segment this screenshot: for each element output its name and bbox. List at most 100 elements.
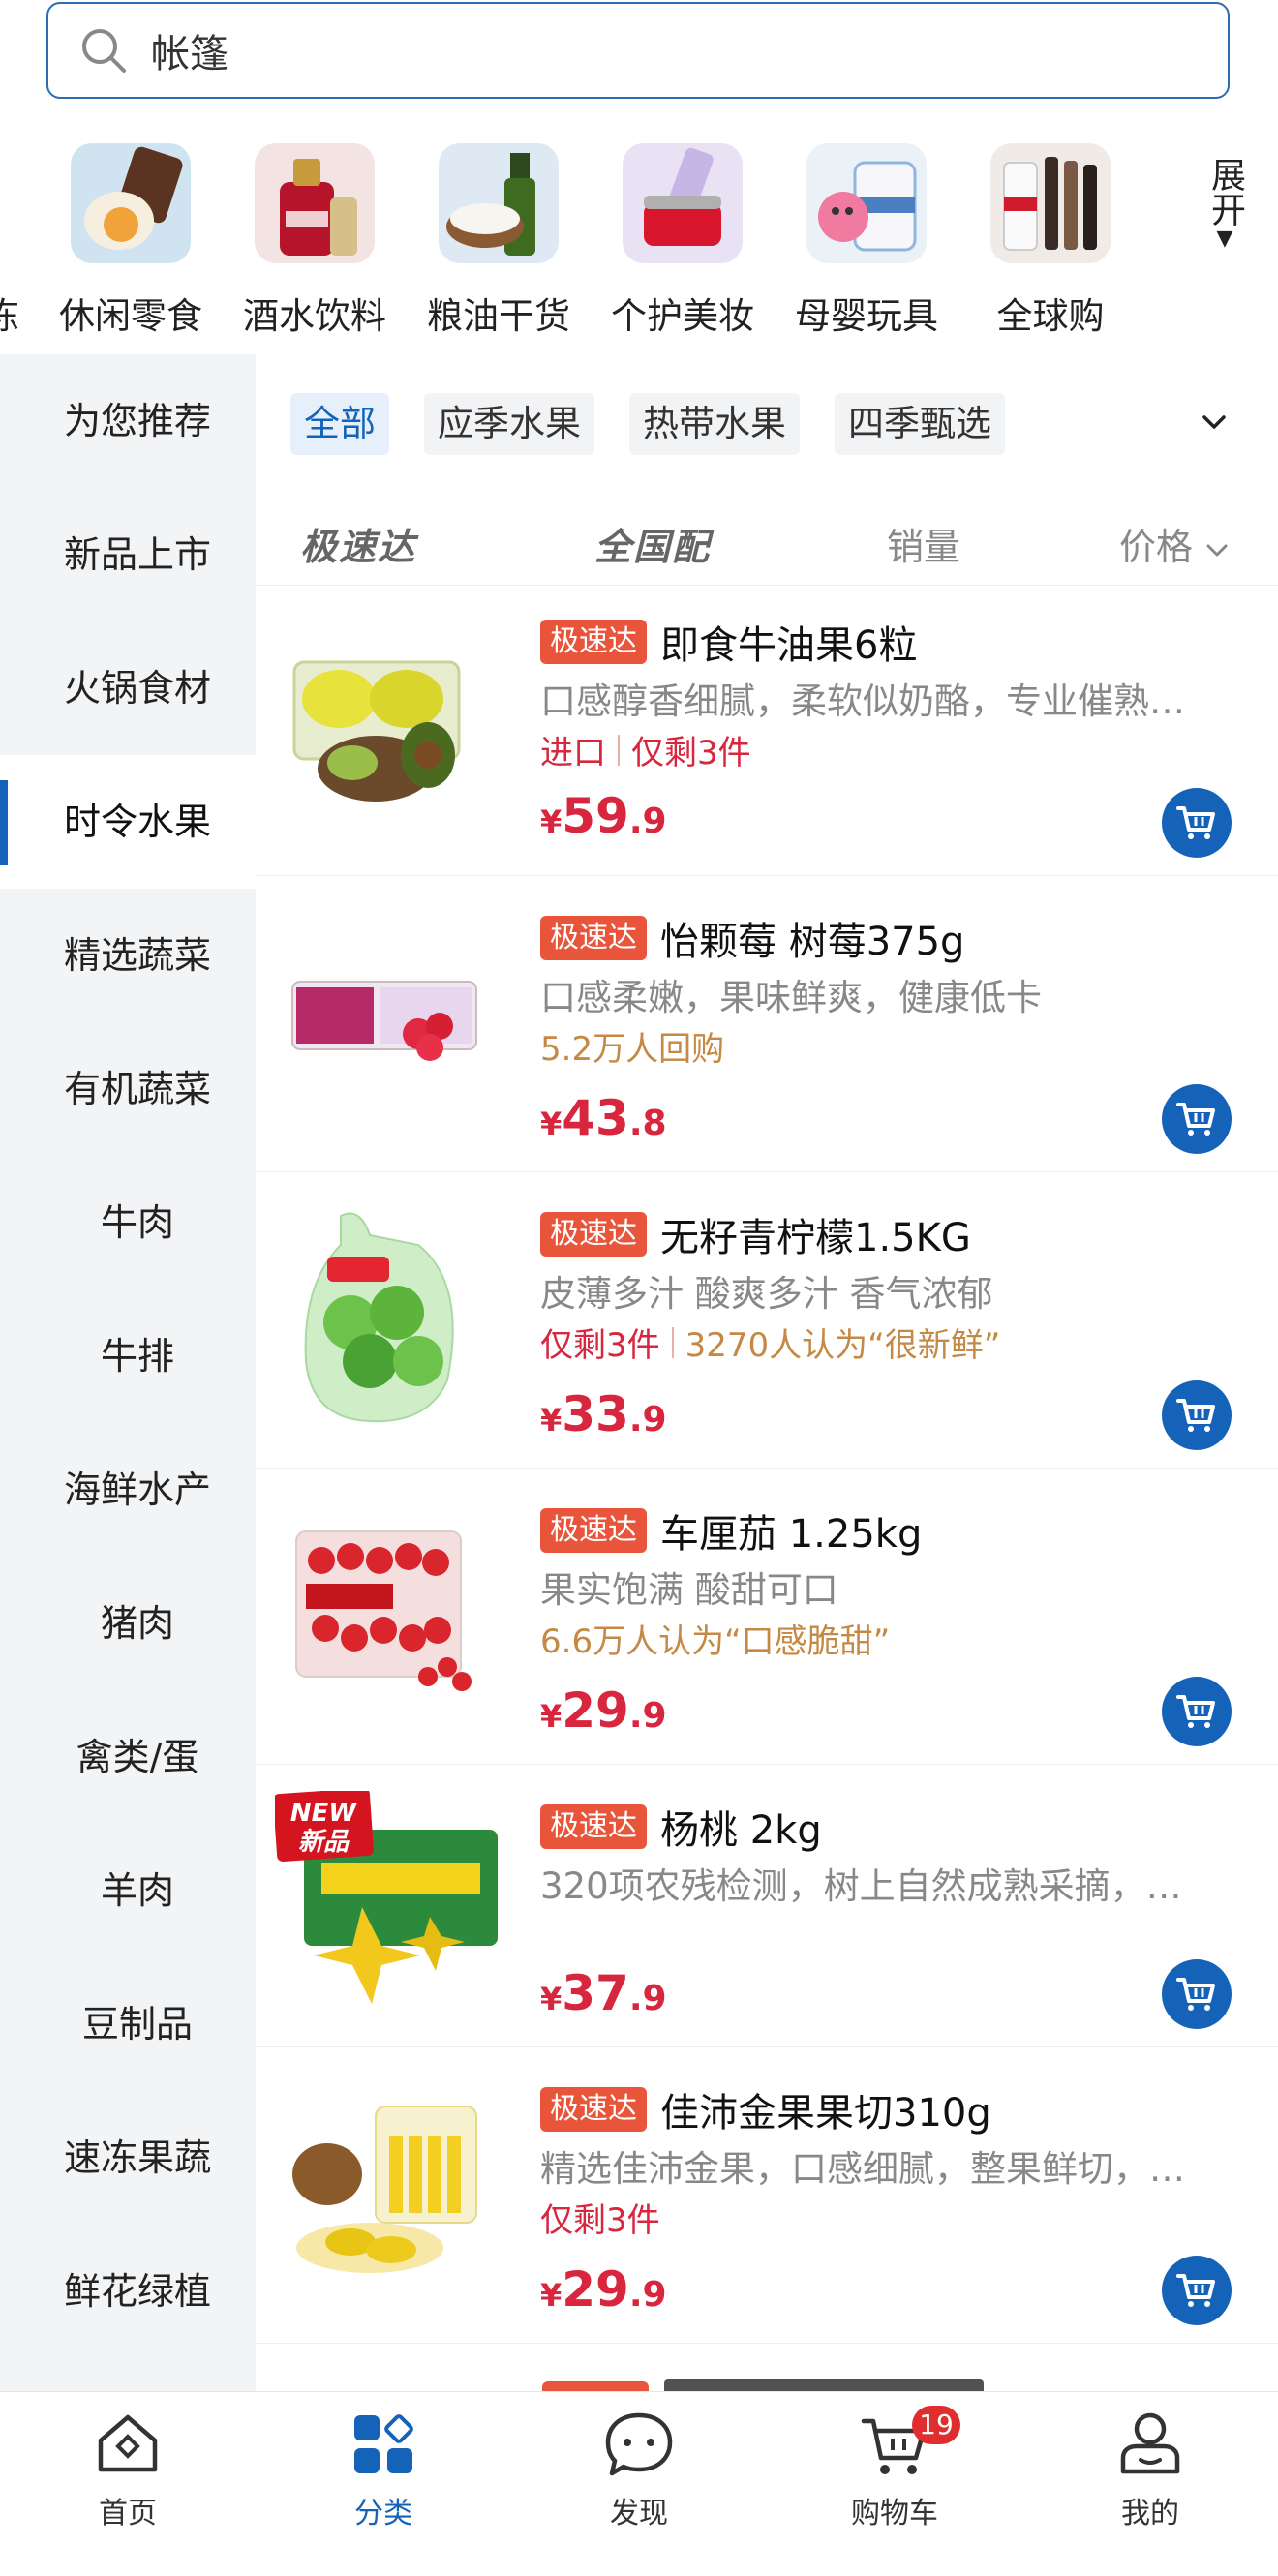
sort-bar: 极速达 全国配 销量 价格 (256, 503, 1278, 586)
category-item-grain-oil[interactable]: 粮油干货 (407, 136, 591, 339)
sidebar-item-poultry[interactable]: 禽类/蛋 (0, 1690, 275, 1824)
product-card[interactable]: 极速达 即食牛油果6粒 口感醇香细腻，柔软似奶酪，专业催熟… 进口 仅剩3件 ¥… (256, 594, 1278, 876)
add-to-cart-button[interactable] (1162, 1084, 1232, 1154)
category-grid-icon (354, 2414, 413, 2473)
chip-seasonal[interactable]: 应季水果 (424, 393, 594, 455)
sort-speed-delivery[interactable]: 极速达 (300, 517, 416, 570)
category-item-beverage[interactable]: 酒水饮料 (223, 136, 407, 339)
product-tags: 5.2万人回购 (540, 1030, 725, 1069)
category-item-snacks[interactable]: 休闲零食 (39, 136, 223, 339)
product-price: ¥29.9 (540, 2261, 667, 2318)
sidebar-item-pork[interactable]: 猪肉 (0, 1557, 275, 1690)
sidebar-item-organic[interactable]: 有机蔬菜 (0, 1022, 275, 1156)
speed-badge: 极速达 (540, 2087, 647, 2132)
add-to-cart-button[interactable] (1162, 1677, 1232, 1746)
sidebar-item-beef[interactable]: 牛肉 (0, 1156, 275, 1289)
sort-nationwide[interactable]: 全国配 (594, 517, 711, 570)
chevron-down-icon (1206, 544, 1228, 556)
product-desc: 口感柔嫩，果味鲜爽，健康低卡 (540, 977, 1042, 1018)
add-to-cart-button[interactable] (1162, 2256, 1232, 2325)
add-to-cart-button[interactable] (1162, 788, 1232, 858)
grain-oil-icon (439, 143, 559, 263)
product-image-lime (283, 1206, 486, 1423)
product-name: 怡颗莓 树莓375g (660, 920, 965, 964)
chip-year-round[interactable]: 四季甄选 (835, 393, 1005, 455)
product-card[interactable]: 极速达 佳沛金果果切310g 精选佳沛金果，口感细腻，整果鲜切，… 仅剩3件 ¥… (256, 2062, 1278, 2344)
cart-icon (1176, 806, 1215, 839)
category-item-partial[interactable]: 冻 (0, 136, 19, 339)
category-item-cosmetics[interactable]: 个护美妆 (591, 136, 775, 339)
category-item-baby-toys[interactable]: 母婴玩具 (775, 136, 958, 339)
product-tags: 仅剩3件 (540, 2201, 660, 2240)
product-image-raspberry (283, 920, 486, 1123)
chat-bubble-icon (605, 2412, 673, 2476)
sidebar-item-seasonal-fruit[interactable]: 时令水果 (0, 755, 275, 889)
product-price: ¥33.9 (540, 1386, 667, 1442)
category-strip: 冻 休闲零食 酒水饮料 粮油干货 个护美妆 母婴玩具 全球购 展开 ▼ (0, 136, 1278, 339)
expand-categories-button[interactable]: 展开 ▼ (1201, 157, 1249, 252)
chip-all[interactable]: 全部 (290, 393, 389, 455)
baby-toys-icon (806, 143, 927, 263)
sidebar-item-frozen[interactable]: 速冻果蔬 (0, 2091, 275, 2225)
add-to-cart-button[interactable] (1162, 1959, 1232, 2029)
product-name: 佳沛金果果切310g (660, 2091, 991, 2136)
product-tags: 仅剩3件 3270人认为“很新鲜” (540, 1326, 1001, 1365)
add-to-cart-button[interactable] (1162, 1380, 1232, 1450)
sort-price[interactable]: 价格 (1119, 517, 1230, 570)
product-tags: 进口 仅剩3件 (540, 734, 751, 773)
new-product-tag: NEW 新品 (289, 1799, 357, 1857)
cosmetics-icon (623, 143, 743, 263)
product-name: 即食牛油果6粒 (660, 623, 918, 668)
sidebar-item-steak[interactable]: 牛排 (0, 1289, 275, 1423)
product-price: ¥43.8 (540, 1090, 667, 1146)
search-input[interactable]: 帐篷 (151, 22, 228, 78)
cart-icon (1176, 1695, 1215, 1728)
nav-mine[interactable]: 我的 (1063, 2408, 1237, 2531)
cart-count-badge: 19 (912, 2406, 960, 2444)
tag-divider (618, 734, 620, 766)
search-bar[interactable]: 帐篷 (46, 2, 1230, 99)
product-card[interactable]: 极速达 无籽青柠檬1.5KG 皮薄多汁 酸爽多汁 香气浓郁 仅剩3件 3270人… (256, 1187, 1278, 1469)
snacks-icon (71, 143, 191, 263)
chevron-down-icon[interactable] (1197, 405, 1232, 439)
cart-icon (1176, 2274, 1215, 2307)
sidebar-item-flowers[interactable]: 鲜花绿植 (0, 2225, 275, 2358)
bottom-nav: 首页 分类 发现 19 购物车 我的 (0, 2391, 1278, 2576)
nav-home[interactable]: 首页 (41, 2408, 215, 2531)
nav-discover[interactable]: 发现 (552, 2408, 726, 2531)
product-card[interactable]: 极速达 车厘茄 1.25kg 果实饱满 酸甜可口 6.6万人认为“口感脆甜” ¥… (256, 1483, 1278, 1765)
beverage-icon (255, 143, 375, 263)
sidebar-item-new[interactable]: 新品上市 (0, 488, 275, 621)
user-icon (1120, 2412, 1180, 2474)
search-icon (82, 29, 126, 73)
sort-sales[interactable]: 销量 (887, 517, 960, 570)
cart-icon (1176, 1978, 1215, 2011)
product-tags: 6.6万人认为“口感脆甜” (540, 1622, 891, 1661)
home-icon (98, 2414, 158, 2472)
product-name: 无籽青柠檬1.5KG (660, 1216, 971, 1260)
product-name: 杨桃 2kg (660, 1808, 822, 1853)
global-shopping-icon (990, 143, 1111, 263)
product-desc: 320项农残检测，树上自然成熟采摘，… (540, 1865, 1182, 1907)
tag-divider (671, 1326, 674, 1358)
category-item-global[interactable]: 全球购 (958, 136, 1142, 339)
speed-badge: 极速达 (540, 1508, 647, 1553)
sidebar-item-tofu[interactable]: 豆制品 (0, 1957, 275, 2091)
triangle-down-icon: ▼ (1216, 227, 1233, 251)
next-product-peek (542, 2374, 997, 2393)
product-name: 车厘茄 1.25kg (660, 1512, 923, 1557)
nav-cart[interactable]: 19 购物车 (807, 2406, 982, 2531)
sidebar-item-lamb[interactable]: 羊肉 (0, 1824, 275, 1957)
sidebar-item-hotpot[interactable]: 火锅食材 (0, 621, 275, 755)
speed-badge: 极速达 (540, 620, 647, 664)
product-card[interactable]: NEW 新品 极速达 杨桃 2kg 320项农残检测，树上自然成熟采摘，… ¥3… (256, 1779, 1278, 2047)
sidebar-item-seafood[interactable]: 海鲜水产 (0, 1423, 275, 1557)
sidebar-item-recommend[interactable]: 为您推荐 (0, 354, 275, 488)
nav-category[interactable]: 分类 (296, 2408, 471, 2531)
product-card[interactable]: 极速达 怡颗莓 树莓375g 口感柔嫩，果味鲜爽，健康低卡 5.2万人回购 ¥4… (256, 891, 1278, 1172)
product-desc: 精选佳沛金果，口感细腻，整果鲜切，… (540, 2148, 1185, 2190)
product-desc: 皮薄多汁 酸爽多汁 香气浓郁 (540, 1273, 993, 1315)
chip-tropical[interactable]: 热带水果 (629, 393, 800, 455)
product-price: ¥29.9 (540, 1682, 667, 1739)
sidebar-item-vegetables[interactable]: 精选蔬菜 (0, 889, 275, 1022)
